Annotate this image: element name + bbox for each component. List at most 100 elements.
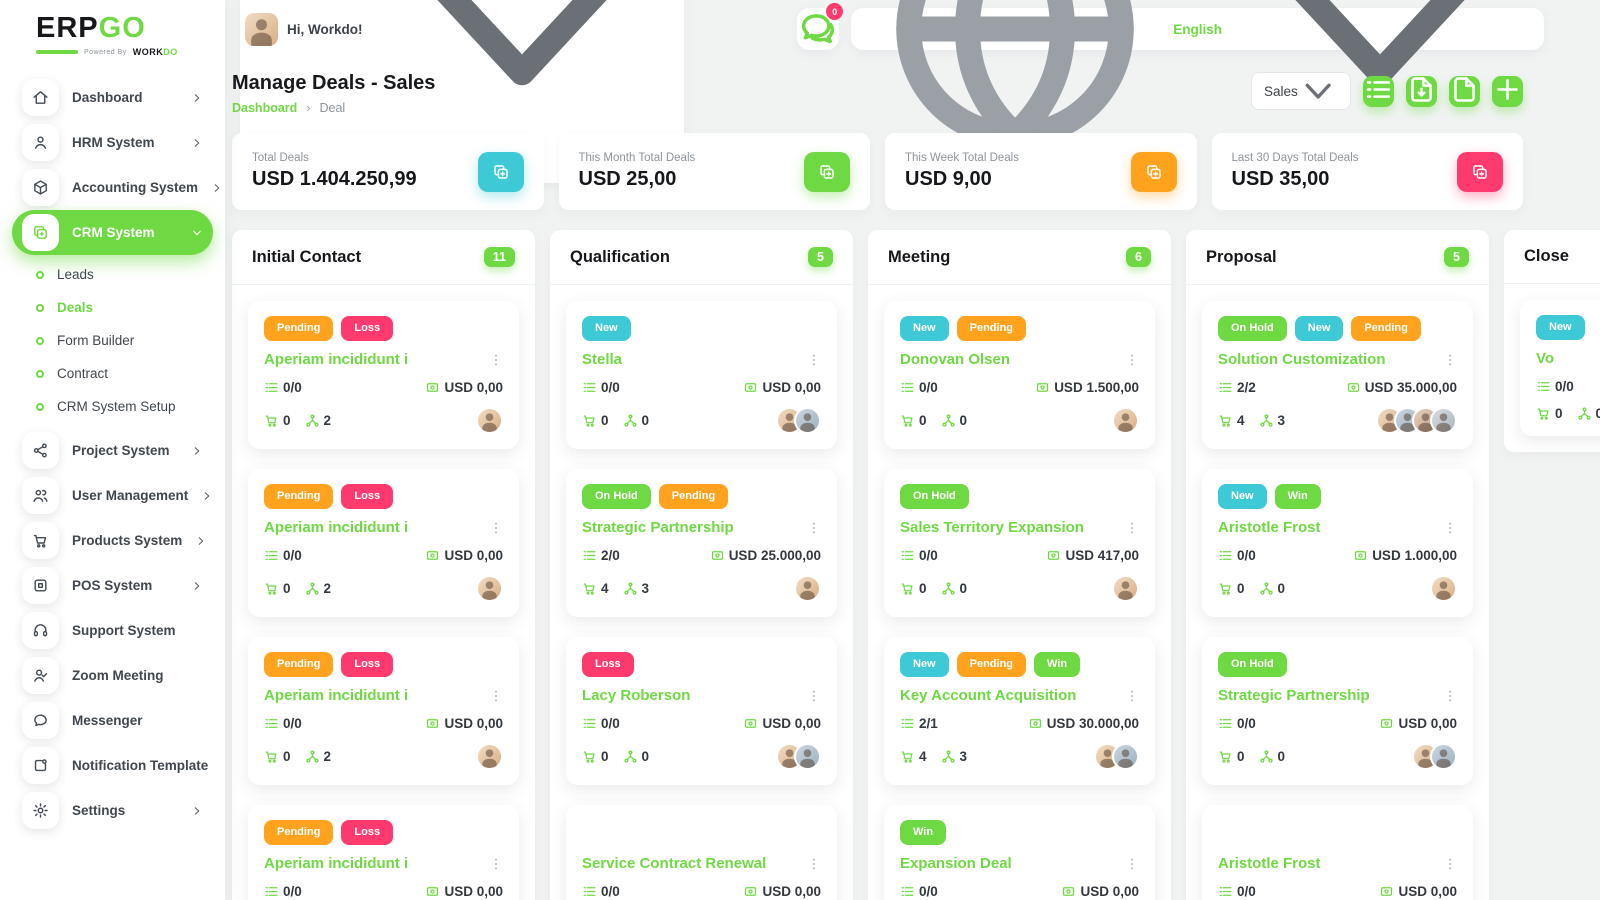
deal-title-link[interactable]: Donovan Olsen bbox=[900, 351, 1010, 368]
deal-title-link[interactable]: Aristotle Frost bbox=[1218, 519, 1321, 536]
copy-plus-icon[interactable] bbox=[804, 152, 850, 192]
deal-users: 0 bbox=[1596, 406, 1600, 421]
deal-card[interactable]: NewStella0/0USD 0,0000 bbox=[566, 301, 837, 449]
sidebar-item-label: Accounting System bbox=[72, 180, 198, 195]
crm-icon bbox=[22, 214, 59, 251]
sidebar-item-project-system[interactable]: Project System bbox=[12, 428, 213, 473]
stat-label: This Month Total Deals bbox=[579, 152, 696, 164]
deal-title-link[interactable]: Vo bbox=[1536, 350, 1554, 367]
sidebar-subitem-leads[interactable]: Leads bbox=[12, 258, 213, 291]
kebab-menu-icon[interactable] bbox=[489, 521, 503, 535]
kebab-menu-icon[interactable] bbox=[1443, 857, 1457, 871]
import-button[interactable] bbox=[1449, 76, 1480, 107]
copy-plus-icon[interactable] bbox=[1131, 152, 1177, 192]
kebab-menu-icon[interactable] bbox=[489, 353, 503, 367]
deal-title-link[interactable]: Sales Territory Expansion bbox=[900, 519, 1084, 536]
deal-card[interactable]: Service Contract Renewal0/0USD 0,0000 bbox=[566, 805, 837, 900]
sidebar-item-zoom-meeting[interactable]: Zoom Meeting bbox=[12, 653, 213, 698]
kebab-menu-icon[interactable] bbox=[489, 857, 503, 871]
export-button[interactable] bbox=[1406, 76, 1437, 107]
deal-title-link[interactable]: Strategic Partnership bbox=[1218, 687, 1370, 704]
deal-card[interactable]: WinExpansion Deal0/0USD 0,0000 bbox=[884, 805, 1155, 900]
deal-card[interactable]: On HoldSales Territory Expansion0/0USD 4… bbox=[884, 469, 1155, 617]
sidebar-item-accounting-system[interactable]: Accounting System bbox=[12, 165, 213, 210]
sidebar-item-user-management[interactable]: User Management bbox=[12, 473, 213, 518]
kebab-menu-icon[interactable] bbox=[1125, 857, 1139, 871]
sidebar-subitem-form-builder[interactable]: Form Builder bbox=[12, 324, 213, 357]
kebab-menu-icon[interactable] bbox=[1443, 521, 1457, 535]
deal-title-link[interactable]: Stella bbox=[582, 351, 622, 368]
sidebar-item-settings[interactable]: Settings bbox=[12, 788, 213, 833]
kebab-menu-icon[interactable] bbox=[807, 689, 821, 703]
assignee-avatar bbox=[1430, 407, 1457, 434]
kebab-menu-icon[interactable] bbox=[1125, 689, 1139, 703]
sidebar-item-notification-template[interactable]: Notification Template bbox=[12, 743, 213, 788]
kebab-menu-icon[interactable] bbox=[1125, 521, 1139, 535]
deal-title-link[interactable]: Strategic Partnership bbox=[582, 519, 734, 536]
breadcrumb-dashboard-link[interactable]: Dashboard bbox=[232, 101, 297, 115]
status-tag: Win bbox=[1275, 484, 1321, 509]
sidebar-item-products-system[interactable]: Products System bbox=[12, 518, 213, 563]
kebab-menu-icon[interactable] bbox=[1443, 689, 1457, 703]
sidebar-item-pos-system[interactable]: POS System bbox=[12, 563, 213, 608]
copy-plus-icon[interactable] bbox=[1457, 152, 1503, 192]
deal-title-link[interactable]: Aperiam incididunt i bbox=[264, 351, 408, 368]
hierarchy-icon bbox=[1259, 749, 1274, 764]
sidebar-item-messenger[interactable]: Messenger bbox=[12, 698, 213, 743]
kebab-menu-icon[interactable] bbox=[1125, 353, 1139, 367]
deal-card[interactable]: PendingLossAperiam incididunt i0/0USD 0,… bbox=[248, 637, 519, 785]
deal-title-link[interactable]: Aristotle Frost bbox=[1218, 855, 1321, 872]
deal-card[interactable]: LossLacy Roberson0/0USD 0,0000 bbox=[566, 637, 837, 785]
deal-title-link[interactable]: Aperiam incididunt i bbox=[264, 855, 408, 872]
deal-card[interactable]: NewVo0/0USD 0,0000 bbox=[1520, 300, 1600, 436]
kebab-menu-icon[interactable] bbox=[807, 353, 821, 367]
deal-title-link[interactable]: Solution Customization bbox=[1218, 351, 1385, 368]
deal-card[interactable]: Aristotle Frost0/0USD 0,0000 bbox=[1202, 805, 1473, 900]
kebab-menu-icon[interactable] bbox=[489, 689, 503, 703]
deal-card[interactable]: NewPendingDonovan Olsen0/0USD 1.500,0000 bbox=[884, 301, 1155, 449]
pipeline-select[interactable]: Sales bbox=[1251, 72, 1351, 110]
messages-button[interactable]: 0 bbox=[797, 8, 839, 50]
deal-card[interactable]: On HoldNewPendingSolution Customization2… bbox=[1202, 301, 1473, 449]
sidebar-item-dashboard[interactable]: Dashboard bbox=[12, 75, 213, 120]
deal-card[interactable]: On HoldStrategic Partnership0/0USD 0,000… bbox=[1202, 637, 1473, 785]
deal-products: 0 bbox=[601, 413, 609, 428]
sidebar-item-hrm-system[interactable]: HRM System bbox=[12, 120, 213, 165]
deal-card[interactable]: PendingLossAperiam incididunt i0/0USD 0,… bbox=[248, 301, 519, 449]
deal-title-link[interactable]: Expansion Deal bbox=[900, 855, 1012, 872]
sidebar-subitem-label: Contract bbox=[57, 366, 108, 381]
sidebar-subitem-crm-system-setup[interactable]: CRM System Setup bbox=[12, 390, 213, 423]
deal-title-link[interactable]: Service Contract Renewal bbox=[582, 855, 766, 872]
add-deal-button[interactable] bbox=[1492, 76, 1523, 107]
kebab-menu-icon[interactable] bbox=[1443, 353, 1457, 367]
sidebar-item-crm-system[interactable]: CRM System bbox=[12, 210, 213, 255]
deal-card[interactable]: On HoldPendingStrategic Partnership2/0US… bbox=[566, 469, 837, 617]
deal-title-link[interactable]: Aperiam incididunt i bbox=[264, 687, 408, 704]
sidebar-item-support-system[interactable]: Support System bbox=[12, 608, 213, 653]
deal-title-link[interactable]: Key Account Acquisition bbox=[900, 687, 1076, 704]
sidebar-subitem-deals[interactable]: Deals bbox=[12, 291, 213, 324]
deal-tasks: 0/0 bbox=[283, 716, 302, 731]
logo-underline bbox=[36, 50, 78, 54]
deal-avatars bbox=[1121, 407, 1139, 434]
notification-badge: 0 bbox=[826, 3, 843, 20]
deal-title-link[interactable]: Aperiam incididunt i bbox=[264, 519, 408, 536]
kebab-menu-icon[interactable] bbox=[807, 521, 821, 535]
list-view-button[interactable] bbox=[1363, 76, 1394, 107]
deal-card[interactable]: NewPendingWinKey Account Acquisition2/1U… bbox=[884, 637, 1155, 785]
deal-title-link[interactable]: Lacy Roberson bbox=[582, 687, 690, 704]
copy-plus-icon[interactable] bbox=[478, 152, 524, 192]
money-icon bbox=[425, 548, 440, 563]
deal-card[interactable]: PendingLossAperiam incididunt i0/0USD 0,… bbox=[248, 469, 519, 617]
deal-card[interactable]: NewWinAristotle Frost0/0USD 1.000,0000 bbox=[1202, 469, 1473, 617]
money-icon bbox=[425, 716, 440, 731]
tasks-icon bbox=[1536, 379, 1551, 394]
deal-card[interactable]: PendingLossAperiam incididunt i0/0USD 0,… bbox=[248, 805, 519, 900]
deal-value: USD 0,00 bbox=[762, 884, 821, 899]
language-selector[interactable]: English bbox=[851, 8, 1544, 50]
sidebar-subitem-label: Deals bbox=[57, 300, 93, 315]
app-logo[interactable]: ERPGO Powered By WORKDO bbox=[0, 0, 225, 63]
deal-value: USD 0,00 bbox=[1080, 884, 1139, 899]
kebab-menu-icon[interactable] bbox=[807, 857, 821, 871]
sidebar-subitem-contract[interactable]: Contract bbox=[12, 357, 213, 390]
